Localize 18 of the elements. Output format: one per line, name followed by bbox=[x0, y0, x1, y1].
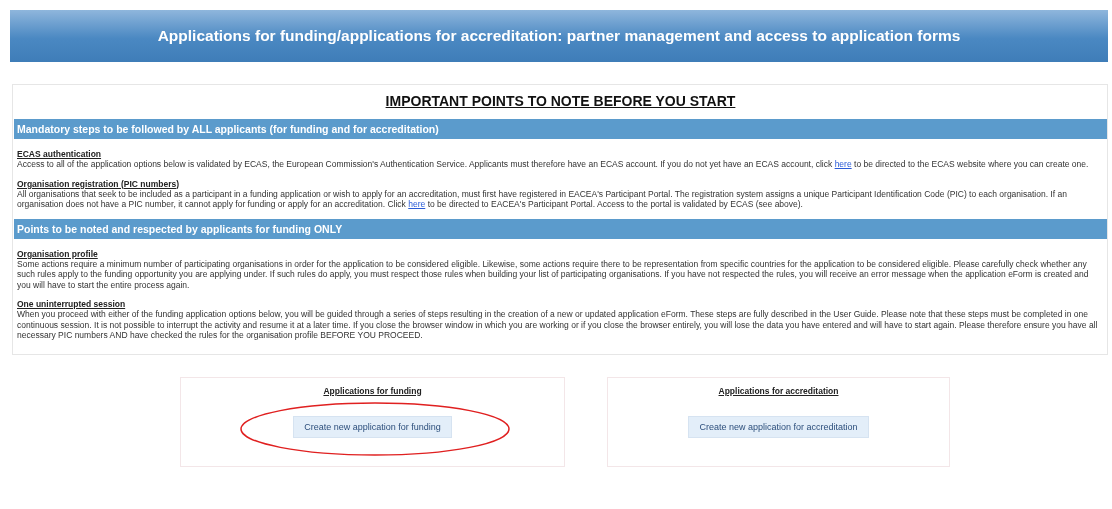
item-heading: Organisation profile bbox=[17, 248, 98, 259]
section-header-bar: Points to be noted and respected by applicants for funding ONLY bbox=[14, 218, 1107, 239]
card-title: Applications for accreditation bbox=[718, 385, 839, 396]
item-paragraph: Some actions require a minimum number of participating organisations in order for the application to be considered eligible. Likewise, some actions require there to be representation from specific countries for the application to be considered eligible. Please carefully check whether any such rules apply to the funding opportunity you are applying under. If such rules do apply, you must respect those rules when building your list of participating organisations. If you have not respected the rules, you will receive an error message when the application eForm is created and you will have to start the entire process again. bbox=[17, 258, 1090, 290]
page-title: Applications for funding/applications for accreditation: partner management and access to application forms bbox=[157, 27, 961, 45]
item-paragraph: All organisations that seek to be included as a participant in a funding application or wish to apply for an accreditation, must first have registered in EACEA's Participant Portal. The registration system assigns a unique Participant Identification Code (PIC) to each organisation. If an organisation does not have a PIC number, it cannot apply for funding or apply for an accreditation. Click here to be directed to EACEA's Participant Portal. Access to the portal is validated by ECAS (see above). bbox=[17, 188, 1068, 210]
here-link[interactable]: here bbox=[834, 159, 852, 169]
card-title: Applications for funding bbox=[323, 385, 422, 396]
create-application-button[interactable]: Create new application for accreditation bbox=[688, 415, 869, 438]
notice-title: IMPORTANT POINTS TO NOTE BEFORE YOU START bbox=[385, 93, 736, 109]
item-heading: One uninterrupted session bbox=[17, 299, 126, 309]
item-heading: Organisation registration (PIC numbers) bbox=[17, 178, 179, 189]
item-paragraph: When you proceed with either of the funding application options below, you will be guided through a series of steps resulting in the creation of a new or updated application eForm. These steps are fully described in the User Guide. Please note that these steps must be completed in one continuous session. It is not possible to interrupt the activity and resume it at a later time. If you close the browser window in which you are working or if you close the browser entirely, you will lose the data you have entered and will have to start again. Please therefore ensure you have all necessary PIC numbers AND have checked the rules for the organisation profile BEFORE YOU PROCEED. bbox=[17, 309, 1099, 341]
item-heading: ECAS authentication bbox=[17, 149, 102, 159]
create-application-button[interactable]: Create new application for funding bbox=[293, 415, 452, 438]
section-header-bar: Mandatory steps to be followed by ALL applicants (for funding and for accreditation) bbox=[14, 119, 1107, 139]
here-link[interactable]: here bbox=[408, 199, 426, 209]
item-paragraph: Access to all of the application options below is validated by ECAS, the European Commission's Authentication Service. Applicants must therefore have an ECAS account. If you do not yet have an ECAS account, click here to be directed to the ECAS website where you can create one. bbox=[17, 159, 1090, 170]
